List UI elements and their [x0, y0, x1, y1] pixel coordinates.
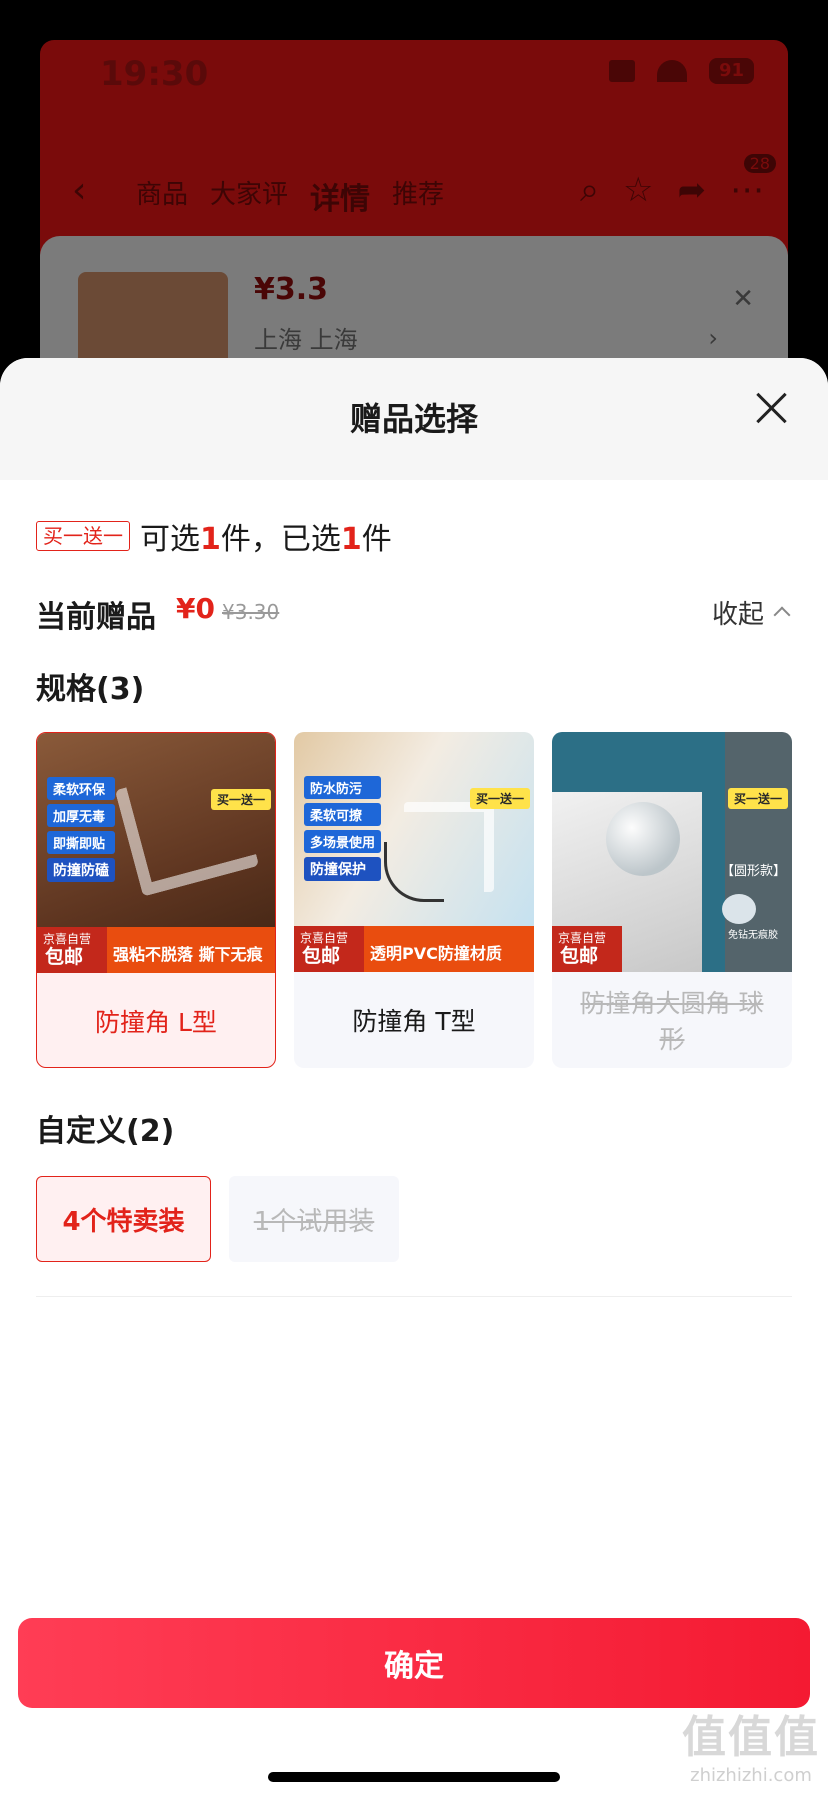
current-gift-row: 当前赠品 ¥0 ¥3.30 收起	[36, 588, 792, 638]
tab-reviews[interactable]: 大家评	[210, 174, 288, 218]
spec-image: 防水防污 柔软可撩 多场景使用 防撞保护 买一送一 京喜自营 包邮 透明PVC防…	[294, 732, 534, 972]
chevron-right-icon[interactable]: ›	[708, 324, 718, 352]
divider	[36, 1296, 792, 1297]
sheet-header: 赠品选择	[0, 358, 828, 480]
spec-image: 买一送一 【圆形款】 免钻无痕胶 京喜自营 包邮	[552, 732, 792, 972]
current-gift-price: ¥0	[176, 592, 215, 625]
star-icon[interactable]: ☆	[623, 170, 653, 210]
side-note: 免钻无痕胶	[728, 930, 778, 941]
nav-tabs: 商品 大家评 详情 推荐	[136, 174, 444, 218]
message-badge: 28	[743, 154, 776, 173]
share-icon[interactable]: ➦	[678, 170, 707, 210]
promo-row: 买一送一 可选1件，已选1件	[36, 514, 392, 558]
sheet-title: 赠品选择	[349, 400, 478, 438]
tab-details[interactable]: 详情	[310, 174, 370, 218]
spec-option-l-type[interactable]: 柔软环保 加厚无毒 即撕即贴 防撞防磕 买一送一 京喜自营 包邮 强粘不脱落 撕…	[36, 732, 276, 1068]
screen: 19:30 91 ‹ 商品 大家评 详情 推荐 ⌕ ☆ ➦ ⋯ 28 ¥3.3 …	[0, 0, 828, 1796]
image-strip: 京喜自营 包邮 透明PVC防撞材质	[294, 926, 534, 972]
promo-badge: 买一送一	[727, 788, 788, 809]
spec-label: 防撞角 L型	[95, 1008, 217, 1037]
spec-option-t-type[interactable]: 防水防污 柔软可撩 多场景使用 防撞保护 买一送一 京喜自营 包邮 透明PVC防…	[294, 732, 534, 1068]
wifi-icon	[656, 60, 687, 82]
custom-options: 4个特卖装 1个试用装	[36, 1176, 399, 1262]
battery-icon: 91	[708, 58, 754, 84]
watermark: 值值值 zhizhizhi.com	[682, 1712, 820, 1786]
search-icon[interactable]: ⌕	[580, 170, 599, 210]
tab-recommend[interactable]: 推荐	[392, 174, 444, 218]
signal-icon	[608, 60, 635, 82]
more-icon[interactable]: ⋯	[730, 170, 764, 210]
tab-product[interactable]: 商品	[136, 174, 188, 218]
image-strip: 京喜自营 包邮 强粘不脱落 撕下无痕	[37, 927, 275, 973]
promo-text: 可选1件，已选1件	[140, 522, 392, 557]
confirm-button[interactable]: 确定	[18, 1618, 810, 1708]
custom-section-title: 自定义(2)	[36, 1114, 175, 1149]
product-location: 上海 上海	[254, 326, 358, 354]
spec-image: 柔软环保 加厚无毒 即撕即贴 防撞防磕 买一送一 京喜自营 包邮 强粘不脱落 撕…	[37, 733, 275, 973]
current-gift-label: 当前赠品	[36, 600, 156, 635]
back-icon[interactable]: ‹	[72, 170, 86, 211]
spec-label: 防撞角 T型	[352, 1007, 476, 1036]
product-price: ¥3.3	[254, 272, 329, 307]
feature-badges: 柔软环保 加厚无毒 即撕即贴 防撞防磕	[47, 777, 115, 882]
card-close-icon[interactable]: ✕	[732, 284, 754, 314]
spec-option-round[interactable]: 买一送一 【圆形款】 免钻无痕胶 京喜自营 包邮 防撞角大圆角 球形	[552, 732, 792, 1068]
home-indicator	[268, 1772, 560, 1782]
promo-badge: 买一送一	[210, 789, 271, 810]
product-nav: ‹ 商品 大家评 详情 推荐 ⌕ ☆ ➦ ⋯ 28	[40, 154, 788, 220]
promo-badge: 买一送一	[469, 788, 530, 809]
nav-icons: ⌕ ☆ ➦ ⋯	[580, 170, 764, 210]
custom-option-trial-pack[interactable]: 1个试用装	[229, 1176, 399, 1262]
spec-options: 柔软环保 加厚无毒 即撕即贴 防撞防磕 买一送一 京喜自营 包邮 强粘不脱落 撕…	[36, 732, 792, 1068]
feature-badges: 防水防污 柔软可撩 多场景使用 防撞保护	[304, 776, 382, 881]
spec-label: 防撞角大圆角 球形	[580, 989, 764, 1054]
close-icon[interactable]	[752, 388, 792, 428]
promo-tag: 买一送一	[36, 521, 130, 551]
status-time: 19:30	[100, 54, 209, 94]
spec-section-title: 规格(3)	[36, 672, 145, 707]
custom-option-special-pack[interactable]: 4个特卖装	[36, 1176, 211, 1262]
side-text: 【圆形款】	[720, 864, 786, 879]
image-strip: 京喜自营 包邮	[552, 926, 622, 972]
chevron-up-icon	[773, 606, 791, 624]
status-icons: 91	[608, 58, 754, 84]
current-gift-original-price: ¥3.30	[222, 600, 280, 624]
gift-select-sheet: 赠品选择 买一送一 可选1件，已选1件 当前赠品 ¥0 ¥3.30 收起 规格(…	[0, 358, 828, 1796]
collapse-button[interactable]: 收起	[712, 594, 791, 631]
